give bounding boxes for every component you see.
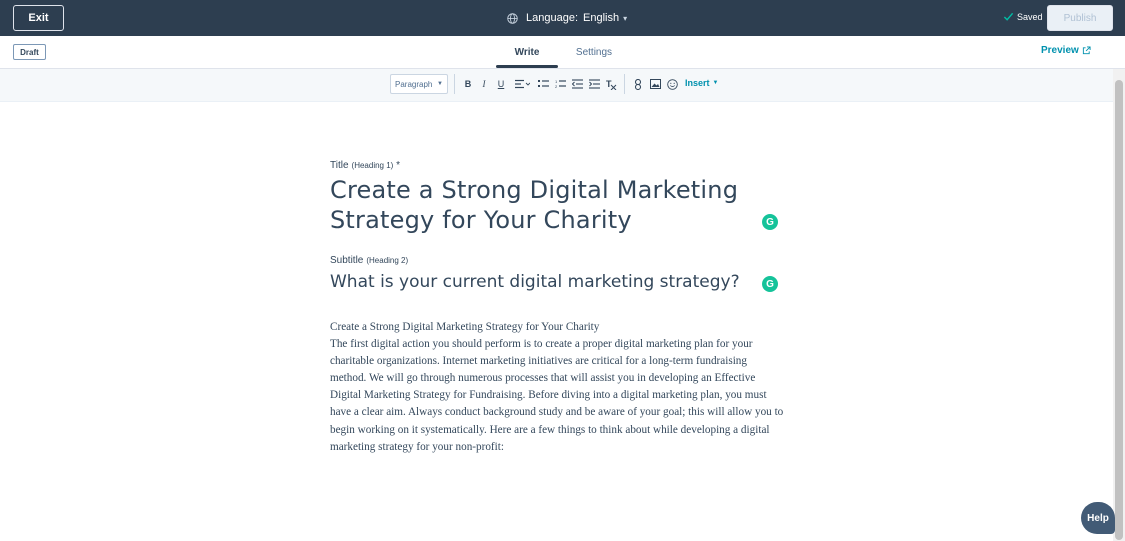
toolbar-divider bbox=[454, 74, 455, 94]
language-label: Language: bbox=[526, 12, 578, 24]
editor-nav-bar: Draft Write Settings Preview bbox=[0, 36, 1125, 69]
required-marker: * bbox=[396, 160, 401, 171]
emoji-icon[interactable] bbox=[666, 77, 678, 91]
preview-label: Preview bbox=[1041, 45, 1079, 56]
subtitle-input[interactable]: What is your current digital marketing s… bbox=[330, 270, 770, 294]
saved-label: Saved bbox=[1017, 11, 1043, 22]
paragraph-style-select[interactable]: Paragraph ▼ bbox=[390, 74, 448, 94]
title-input[interactable]: Create a Strong Digital Marketing Strate… bbox=[330, 175, 770, 235]
external-link-icon bbox=[1082, 46, 1091, 55]
publish-button[interactable]: Publish bbox=[1047, 5, 1113, 31]
body-heading: Create a Strong Digital Marketing Strate… bbox=[330, 321, 600, 333]
outdent-icon[interactable] bbox=[571, 77, 583, 91]
bold-icon[interactable]: B bbox=[462, 77, 474, 91]
top-bar: Exit Language: English ▾ Saved Publish bbox=[0, 0, 1125, 36]
paragraph-style-value: Paragraph bbox=[395, 79, 433, 89]
globe-icon bbox=[507, 12, 518, 24]
grammarly-icon[interactable]: G bbox=[762, 214, 778, 230]
underline-icon[interactable]: U bbox=[495, 77, 507, 91]
numbered-list-icon[interactable]: 12 bbox=[554, 77, 566, 91]
insert-label: Insert bbox=[685, 78, 710, 88]
title-label: Title (Heading 1) * bbox=[330, 160, 401, 171]
scrollbar-thumb[interactable] bbox=[1115, 80, 1123, 540]
grammarly-icon[interactable]: G bbox=[762, 276, 778, 292]
post-body-editor[interactable]: Create a Strong Digital Marketing Strate… bbox=[330, 319, 785, 456]
chevron-down-icon: ▼ bbox=[437, 81, 443, 87]
chevron-down-icon: ▼ bbox=[712, 80, 719, 86]
indent-icon[interactable] bbox=[588, 77, 600, 91]
subtitle-label: Subtitle (Heading 2) bbox=[330, 255, 409, 266]
insert-menu[interactable]: Insert ▼ bbox=[685, 78, 718, 88]
clear-format-icon[interactable]: T bbox=[605, 77, 617, 91]
bulleted-list-icon[interactable] bbox=[537, 77, 549, 91]
link-icon[interactable] bbox=[632, 77, 644, 91]
status-badge: Draft bbox=[13, 44, 46, 60]
tab-write[interactable]: Write bbox=[496, 36, 558, 69]
toolbar-divider bbox=[624, 74, 625, 94]
saved-status: Saved bbox=[1003, 11, 1043, 22]
image-icon[interactable] bbox=[649, 77, 661, 91]
italic-icon[interactable]: I bbox=[478, 77, 490, 91]
help-button[interactable]: Help bbox=[1081, 502, 1115, 534]
tab-settings[interactable]: Settings bbox=[568, 36, 620, 69]
body-paragraph: The first digital action you should perf… bbox=[330, 338, 784, 453]
exit-button[interactable]: Exit bbox=[13, 5, 64, 31]
formatting-toolbar: Paragraph ▼ B I U 12 T Insert ▼ bbox=[0, 69, 1125, 102]
svg-text:2: 2 bbox=[555, 84, 558, 89]
align-icon[interactable] bbox=[513, 77, 531, 91]
language-value[interactable]: English bbox=[583, 12, 619, 24]
chevron-down-icon: ▾ bbox=[623, 13, 628, 23]
svg-text:T: T bbox=[606, 79, 612, 89]
preview-link[interactable]: Preview bbox=[1041, 45, 1091, 56]
language-selector[interactable]: Language: English ▾ bbox=[507, 9, 627, 27]
check-icon bbox=[1003, 12, 1014, 21]
